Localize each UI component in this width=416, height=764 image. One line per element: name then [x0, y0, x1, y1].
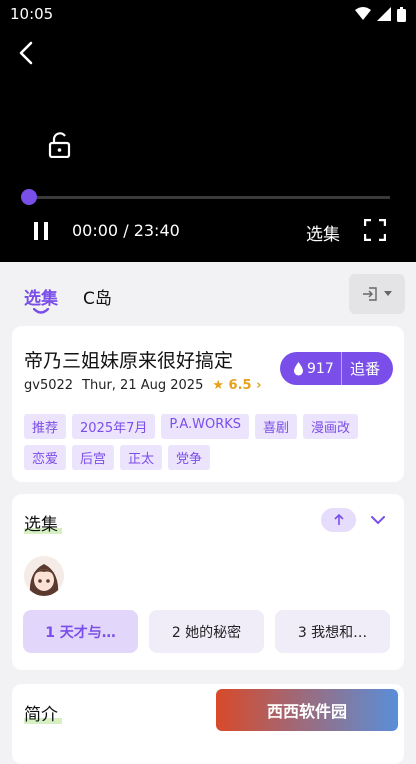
tag[interactable]: 2025年7月 — [72, 414, 156, 439]
follow-count: 917 — [307, 360, 334, 377]
episode-list: 1 天才与… 2 她的秘密 3 我想和… — [23, 610, 390, 653]
status-bar: 10:05 — [10, 4, 406, 24]
intro-section-title: 简介 — [24, 705, 58, 725]
episode-button[interactable]: 3 我想和… — [275, 610, 390, 653]
flame-icon — [294, 361, 303, 375]
wifi-icon — [355, 7, 371, 20]
episode-button[interactable]: 1 天才与… — [23, 610, 138, 653]
pause-icon[interactable] — [31, 222, 51, 240]
air-date: Thur, 21 Aug 2025 — [82, 378, 204, 393]
star-icon: ★ — [212, 378, 224, 393]
time-display: 00:00 / 23:40 — [72, 221, 180, 240]
character-avatar-icon — [24, 556, 64, 596]
follow-button[interactable]: 917 追番 — [280, 352, 393, 385]
rating[interactable]: ★ 6.5 › — [212, 378, 261, 393]
tab-episodes[interactable]: 选集 — [24, 284, 58, 309]
tag[interactable]: 党争 — [168, 445, 211, 470]
tag[interactable]: 正太 — [120, 445, 163, 470]
avatar[interactable] — [24, 556, 64, 596]
anime-id: gv5022 — [24, 378, 74, 393]
tag[interactable]: 恋爱 — [24, 445, 67, 470]
tag[interactable]: 喜剧 — [255, 414, 298, 439]
seek-bar[interactable] — [21, 189, 390, 205]
dropdown-icon — [384, 291, 392, 296]
follow-label: 追番 — [350, 360, 381, 378]
episodes-card: 选集 1 天才与… 2 她的秘密 3 我想和… — [12, 494, 404, 670]
tag[interactable]: 漫画改 — [303, 414, 359, 439]
status-time: 10:05 — [10, 5, 54, 23]
signal-icon — [377, 7, 391, 21]
anime-meta: gv5022 Thur, 21 Aug 2025 ★ 6.5 › — [24, 378, 261, 393]
unlock-icon[interactable] — [48, 132, 72, 158]
battery-icon — [397, 6, 406, 22]
anime-info-card: 帝乃三姐妹原来很好搞定 gv5022 Thur, 21 Aug 2025 ★ 6… — [12, 326, 404, 482]
sort-button[interactable] — [321, 508, 356, 532]
episode-select-button[interactable]: 选集 — [306, 220, 340, 245]
tag[interactable]: 后宫 — [72, 445, 115, 470]
tag[interactable]: 推荐 — [24, 414, 67, 439]
chevron-right-icon: › — [256, 378, 262, 393]
episode-button[interactable]: 2 她的秘密 — [149, 610, 264, 653]
arrow-up-icon — [333, 514, 344, 525]
tab-indicator — [33, 308, 49, 314]
watermark-logo: 西西软件园 — [216, 689, 398, 731]
login-icon — [363, 287, 377, 301]
video-player[interactable]: 10:05 00:00 / 23:40 选集 — [0, 0, 416, 262]
tag-list: 推荐 2025年7月 P.A.WORKS 喜剧 漫画改 恋爱 后宫 正太 党争 — [24, 414, 394, 470]
exit-menu-button[interactable] — [349, 274, 405, 314]
fullscreen-icon[interactable] — [364, 219, 386, 241]
seek-thumb[interactable] — [21, 189, 37, 205]
episodes-section-title: 选集 — [24, 515, 58, 535]
tab-bar: 选集 C岛 — [0, 262, 416, 324]
chevron-down-icon[interactable] — [369, 511, 387, 529]
tab-c-island[interactable]: C岛 — [83, 284, 112, 309]
back-arrow-icon[interactable] — [14, 40, 40, 66]
tag[interactable]: P.A.WORKS — [161, 414, 250, 439]
anime-title: 帝乃三姐妹原来很好搞定 — [24, 350, 234, 372]
